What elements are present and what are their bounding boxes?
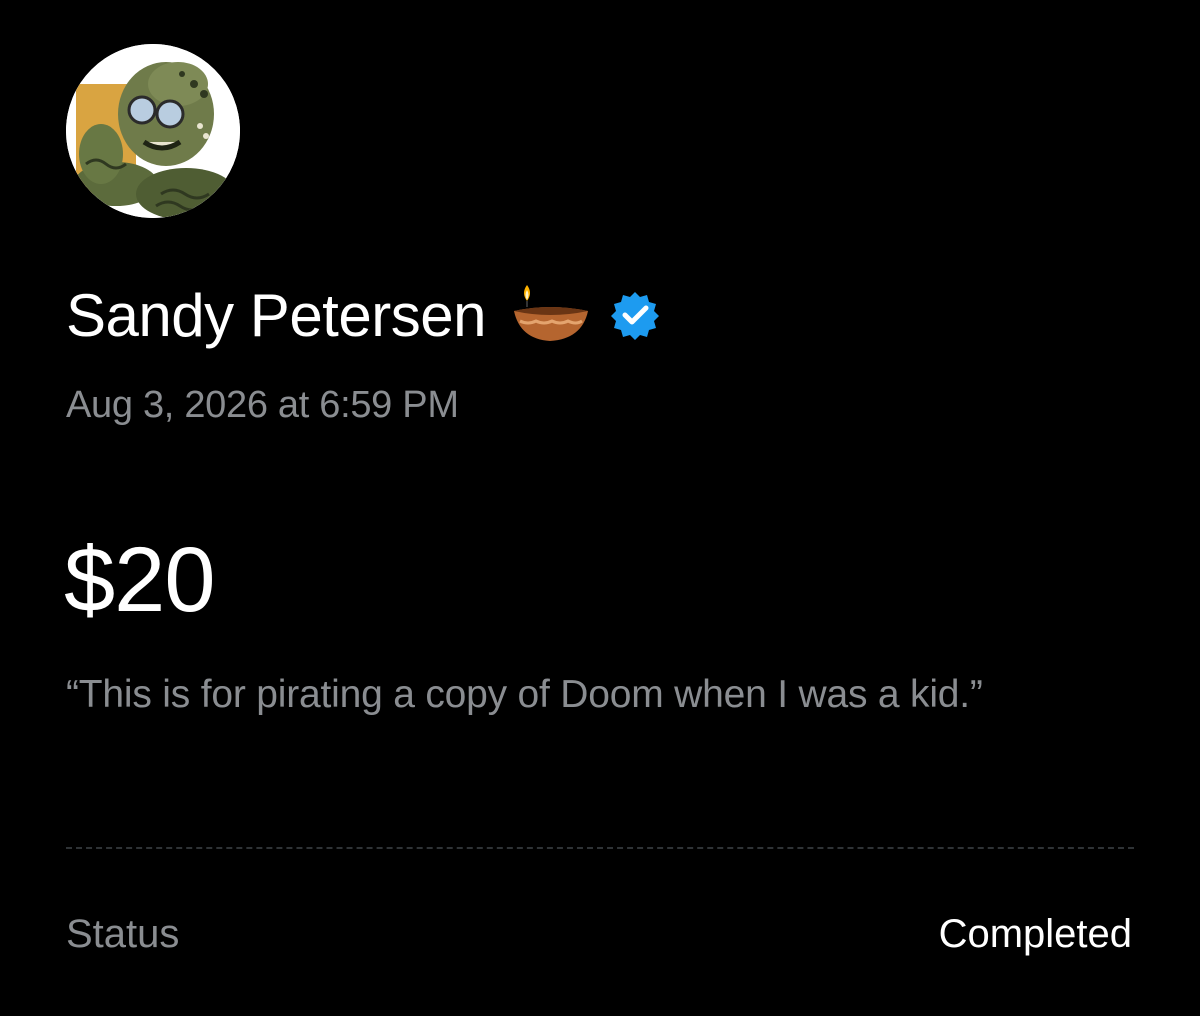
status-value: Completed	[938, 912, 1132, 956]
display-name[interactable]: Sandy Petersen	[66, 281, 486, 350]
transaction-timestamp: Aug 3, 2026 at 6:59 PM	[66, 384, 459, 426]
verified-badge-icon[interactable]	[610, 290, 660, 340]
name-row: Sandy Petersen	[66, 270, 660, 360]
avatar[interactable]	[66, 44, 240, 218]
transaction-amount: $20	[64, 529, 215, 631]
status-label: Status	[66, 912, 180, 956]
dashed-divider	[66, 847, 1134, 849]
diya-lamp-icon	[510, 281, 590, 349]
avatar-image	[66, 44, 240, 218]
transaction-message: “This is for pirating a copy of Doom whe…	[66, 673, 983, 716]
